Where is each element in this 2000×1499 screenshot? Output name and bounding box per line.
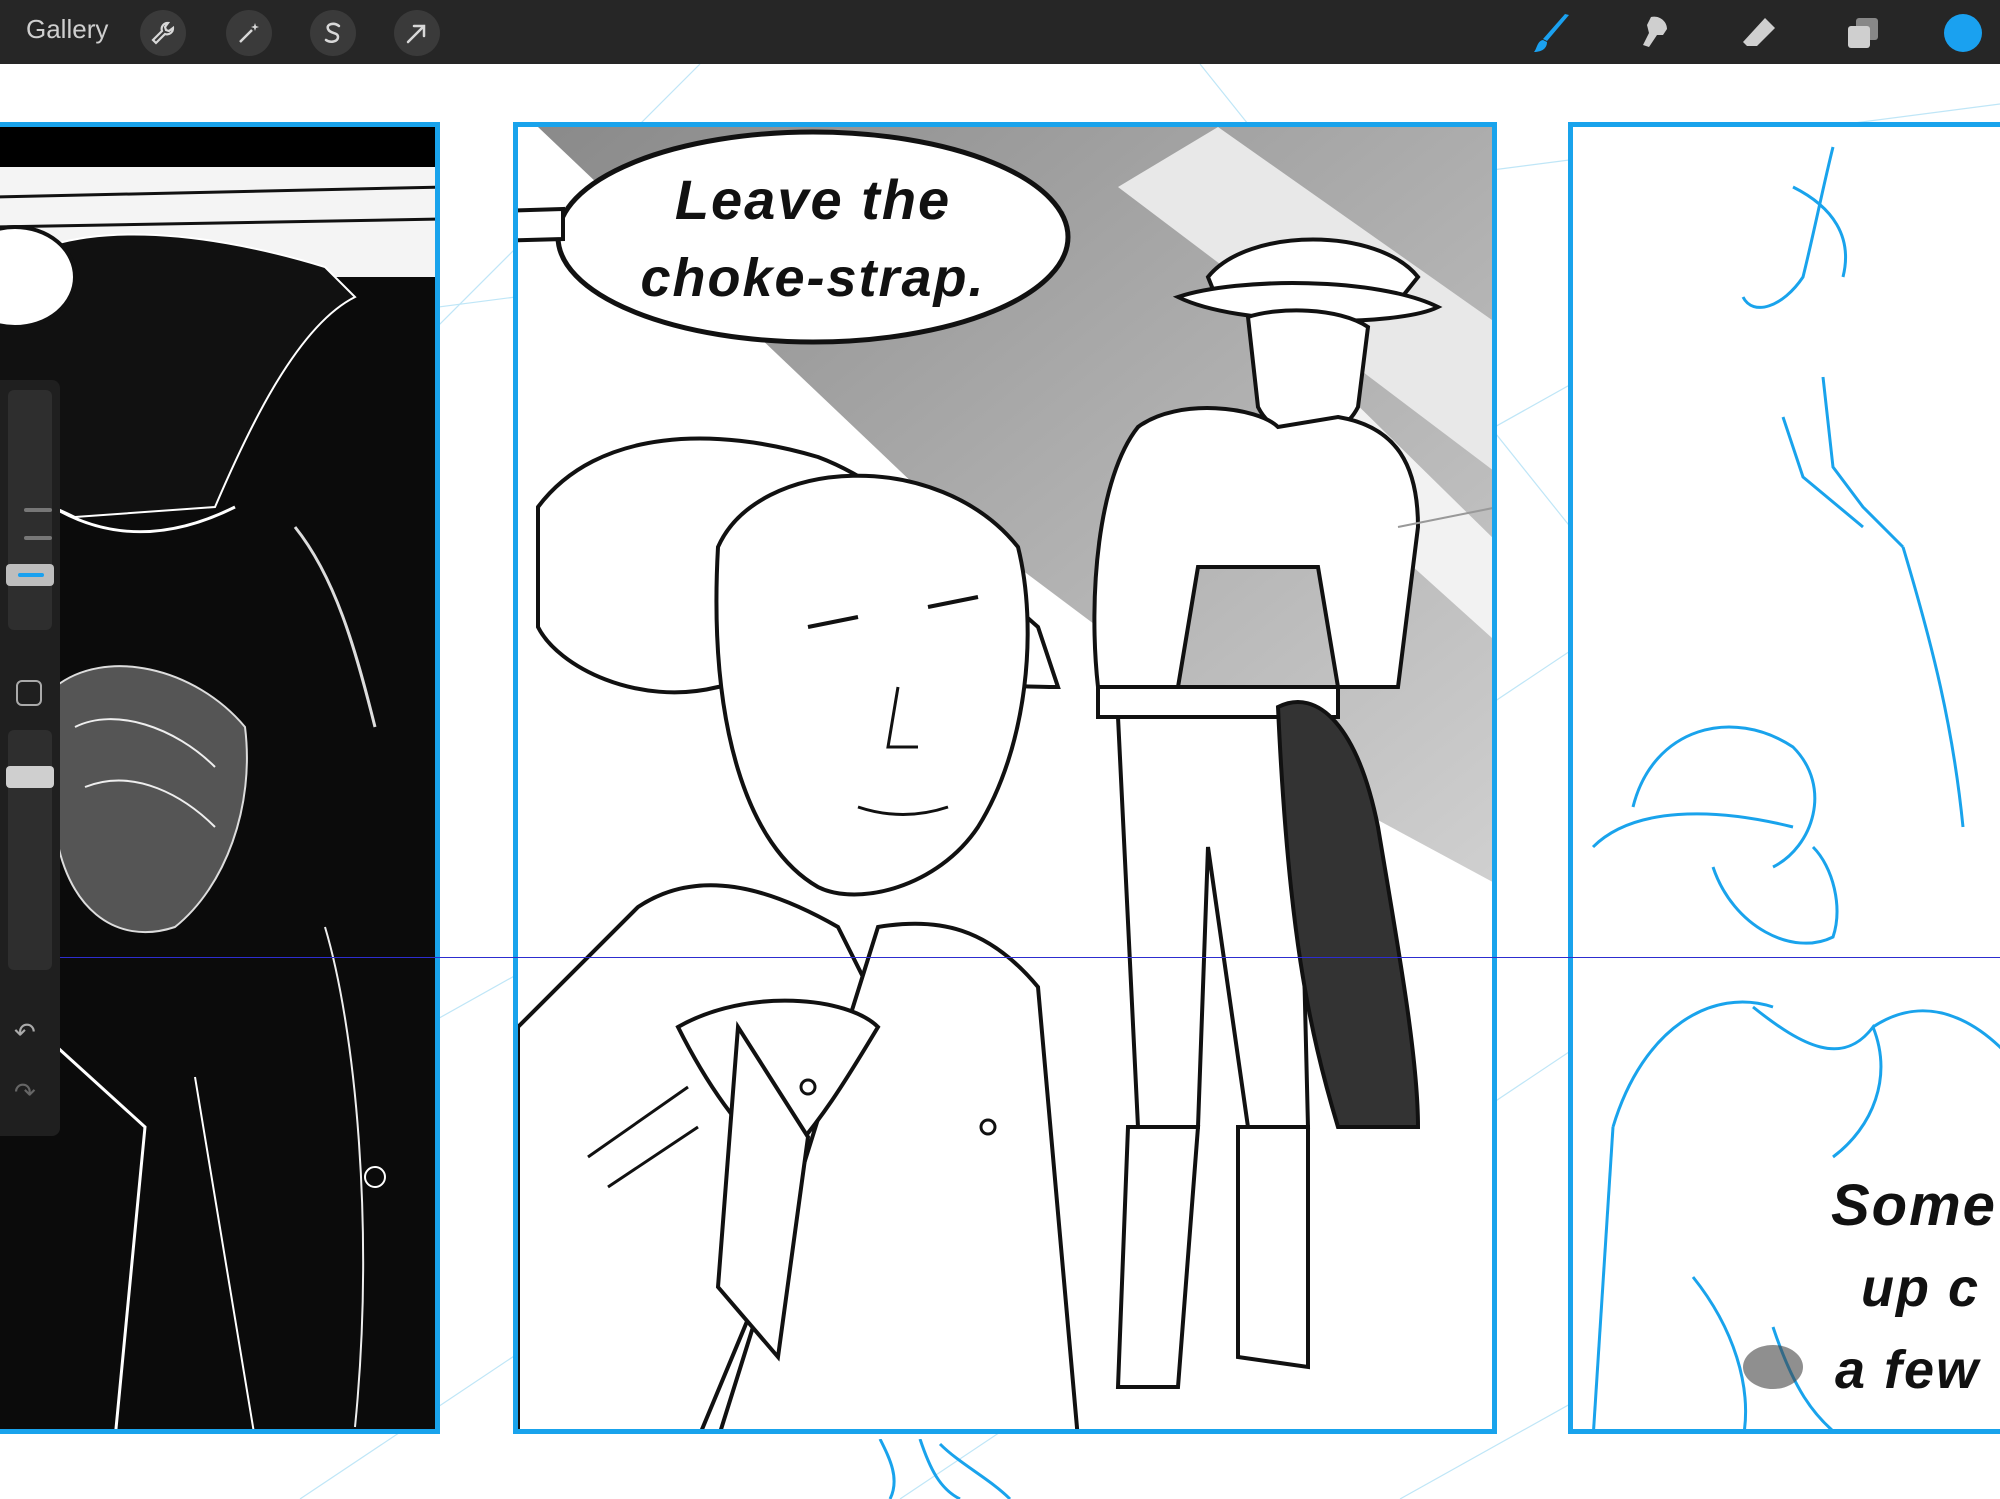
horizontal-guide-line: [60, 957, 2000, 958]
eraser-icon[interactable]: [1736, 10, 1782, 56]
caption-line-3: a few: [1835, 1340, 1981, 1400]
thumb-indicator: [18, 573, 44, 577]
left-sidebar: ↶ ↷: [0, 380, 60, 1136]
wrench-icon[interactable]: [140, 10, 186, 56]
transform-arrow-icon[interactable]: [394, 10, 440, 56]
panel-right: Some up c a few: [1568, 122, 2000, 1434]
opacity-slider[interactable]: [6, 730, 54, 970]
caption-line-1: Some: [1831, 1173, 1997, 1238]
slider-tick: [24, 536, 52, 540]
magic-wand-icon[interactable]: [226, 10, 272, 56]
gallery-button[interactable]: Gallery: [26, 14, 108, 45]
brush-size-thumb[interactable]: [6, 564, 54, 586]
caption-line-2: up c: [1861, 1258, 1981, 1318]
selection-icon[interactable]: [310, 10, 356, 56]
sketch-fragment-bottom: [878, 1439, 1012, 1499]
redo-button[interactable]: ↷: [14, 1080, 36, 1106]
top-toolbar: Gallery: [0, 0, 2000, 64]
drawing-canvas[interactable]: Leave the choke-strap. Some up c a few: [0, 64, 2000, 1499]
speech-line-2: choke-strap.: [640, 248, 986, 308]
layers-icon[interactable]: [1840, 10, 1886, 56]
modify-square-button[interactable]: [16, 680, 42, 706]
undo-button[interactable]: ↶: [14, 1020, 36, 1046]
opacity-thumb[interactable]: [6, 766, 54, 788]
panel-left-artwork: [0, 127, 435, 1429]
panel-left: [0, 122, 440, 1434]
speech-line-1: Leave the: [674, 168, 952, 231]
brush-size-slider[interactable]: [6, 390, 54, 630]
brush-icon[interactable]: [1530, 10, 1576, 56]
slider-tick: [24, 508, 52, 512]
smudge-icon[interactable]: [1634, 10, 1680, 56]
color-picker-button[interactable]: [1944, 14, 1982, 52]
panel-middle: Leave the choke-strap.: [513, 122, 1497, 1434]
